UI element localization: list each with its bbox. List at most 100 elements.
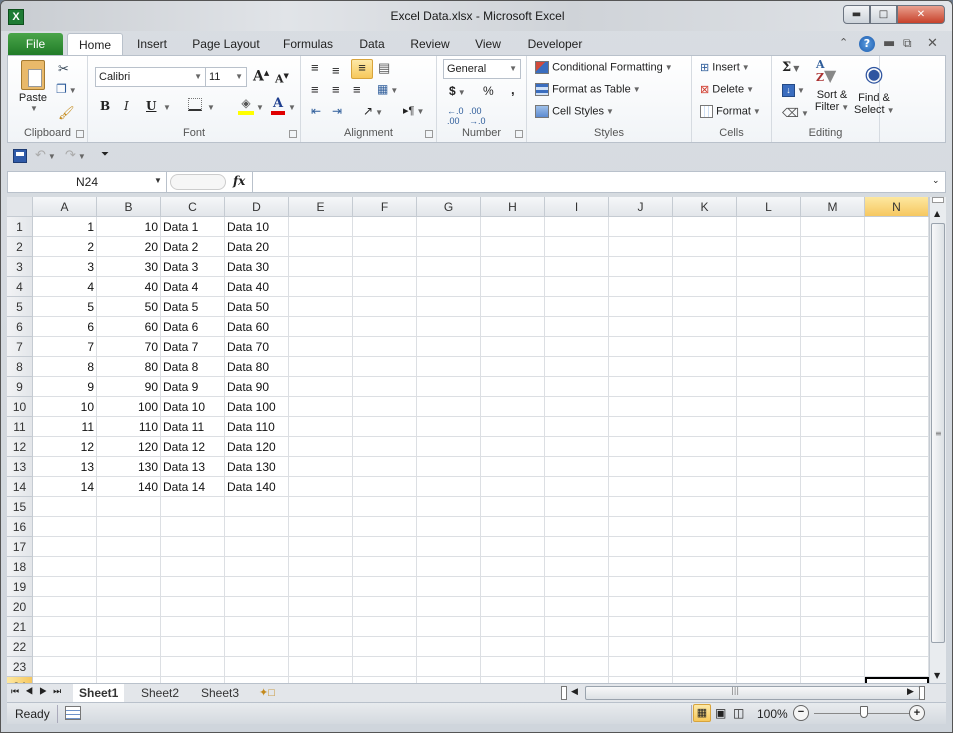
tab-page-layout[interactable]: Page Layout <box>187 33 265 56</box>
cell-i3[interactable] <box>545 257 609 277</box>
cell-i18[interactable] <box>545 557 609 577</box>
cell-l6[interactable] <box>737 317 801 337</box>
cell-b22[interactable] <box>97 637 161 657</box>
cell-a17[interactable] <box>33 537 97 557</box>
cell-l16[interactable] <box>737 517 801 537</box>
tab-home[interactable]: Home <box>67 33 123 56</box>
cell-h17[interactable] <box>481 537 545 557</box>
cell-l2[interactable] <box>737 237 801 257</box>
grow-font-icon[interactable]: A▲ <box>253 68 269 85</box>
cell-b21[interactable] <box>97 617 161 637</box>
cell-h22[interactable] <box>481 637 545 657</box>
cell-a21[interactable] <box>33 617 97 637</box>
cell-f6[interactable] <box>353 317 417 337</box>
row-header-20[interactable]: 20 <box>7 597 33 617</box>
formula-bar-expander[interactable] <box>170 174 226 190</box>
cell-j10[interactable] <box>609 397 673 417</box>
number-launcher-icon[interactable] <box>515 130 523 138</box>
copy-icon[interactable]: ❐ ▼ <box>56 82 77 96</box>
cell-k7[interactable] <box>673 337 737 357</box>
vertical-scroll-thumb[interactable]: ≡ <box>931 223 945 643</box>
column-header-c[interactable]: C <box>161 197 225 217</box>
cell-d3[interactable]: Data 30 <box>225 257 289 277</box>
cell-g18[interactable] <box>417 557 481 577</box>
cell-c9[interactable]: Data 9 <box>161 377 225 397</box>
tab-insert[interactable]: Insert <box>129 33 175 56</box>
cell-b20[interactable] <box>97 597 161 617</box>
cell-e2[interactable] <box>289 237 353 257</box>
cell-j15[interactable] <box>609 497 673 517</box>
cell-g14[interactable] <box>417 477 481 497</box>
fill-color-button[interactable]: ◈ <box>238 96 254 115</box>
cell-c19[interactable] <box>161 577 225 597</box>
borders-icon[interactable] <box>188 98 202 111</box>
cell-c1[interactable]: Data 1 <box>161 217 225 237</box>
split-box-handle[interactable] <box>932 197 944 203</box>
column-header-n[interactable]: N <box>865 197 929 217</box>
cell-a7[interactable]: 7 <box>33 337 97 357</box>
cell-n11[interactable] <box>865 417 929 437</box>
zoom-level[interactable]: 100% <box>757 707 788 721</box>
fill-button[interactable]: ↓ ▼ <box>782 84 805 97</box>
cell-d23[interactable] <box>225 657 289 677</box>
cell-i4[interactable] <box>545 277 609 297</box>
cell-b9[interactable]: 90 <box>97 377 161 397</box>
cell-j7[interactable] <box>609 337 673 357</box>
customize-qat-icon[interactable]: ⏷ <box>101 149 109 160</box>
cell-e15[interactable] <box>289 497 353 517</box>
tab-review[interactable]: Review <box>405 33 455 56</box>
cell-g6[interactable] <box>417 317 481 337</box>
currency-button[interactable]: $ ▼ <box>449 84 466 98</box>
tab-file[interactable]: File <box>8 33 63 56</box>
align-middle-icon[interactable]: ≡ <box>332 63 340 78</box>
cell-b15[interactable] <box>97 497 161 517</box>
cell-g12[interactable] <box>417 437 481 457</box>
cell-e18[interactable] <box>289 557 353 577</box>
row-header-13[interactable]: 13 <box>7 457 33 477</box>
cell-h13[interactable] <box>481 457 545 477</box>
column-header-j[interactable]: J <box>609 197 673 217</box>
cell-c8[interactable]: Data 8 <box>161 357 225 377</box>
cell-g21[interactable] <box>417 617 481 637</box>
cell-m14[interactable] <box>801 477 865 497</box>
cell-a12[interactable]: 12 <box>33 437 97 457</box>
zoom-in-button[interactable]: + <box>909 705 925 721</box>
cell-n6[interactable] <box>865 317 929 337</box>
cell-c7[interactable]: Data 7 <box>161 337 225 357</box>
cell-b2[interactable]: 20 <box>97 237 161 257</box>
cell-g1[interactable] <box>417 217 481 237</box>
cell-h10[interactable] <box>481 397 545 417</box>
cell-b8[interactable]: 80 <box>97 357 161 377</box>
row-header-5[interactable]: 5 <box>7 297 33 317</box>
cell-b5[interactable]: 50 <box>97 297 161 317</box>
cell-i6[interactable] <box>545 317 609 337</box>
cell-n7[interactable] <box>865 337 929 357</box>
cell-g19[interactable] <box>417 577 481 597</box>
cell-b19[interactable] <box>97 577 161 597</box>
cell-d21[interactable] <box>225 617 289 637</box>
macro-record-icon[interactable] <box>65 706 81 720</box>
align-bottom-icon[interactable]: ≡ <box>351 59 373 79</box>
cell-h12[interactable] <box>481 437 545 457</box>
cell-i12[interactable] <box>545 437 609 457</box>
font-size-select[interactable]: 11 ▼ <box>205 67 247 87</box>
cell-a1[interactable]: 1 <box>33 217 97 237</box>
insert-cells-button[interactable]: ⊞ Insert ▼ <box>700 61 750 74</box>
cell-h7[interactable] <box>481 337 545 357</box>
zoom-out-button[interactable]: − <box>793 705 809 721</box>
cell-h16[interactable] <box>481 517 545 537</box>
cell-f10[interactable] <box>353 397 417 417</box>
cell-m1[interactable] <box>801 217 865 237</box>
row-header-4[interactable]: 4 <box>7 277 33 297</box>
cut-icon[interactable]: ✂ <box>58 61 69 77</box>
scroll-left-icon[interactable]: ◀ <box>571 686 578 697</box>
font-color-dropdown-icon[interactable]: ▼ <box>286 101 296 113</box>
cell-m13[interactable] <box>801 457 865 477</box>
cell-k12[interactable] <box>673 437 737 457</box>
decrease-indent-icon[interactable]: ⇤ <box>311 104 321 118</box>
minimize-button[interactable]: ▬ <box>843 5 870 24</box>
cell-m20[interactable] <box>801 597 865 617</box>
cell-f7[interactable] <box>353 337 417 357</box>
cell-k6[interactable] <box>673 317 737 337</box>
row-header-15[interactable]: 15 <box>7 497 33 517</box>
